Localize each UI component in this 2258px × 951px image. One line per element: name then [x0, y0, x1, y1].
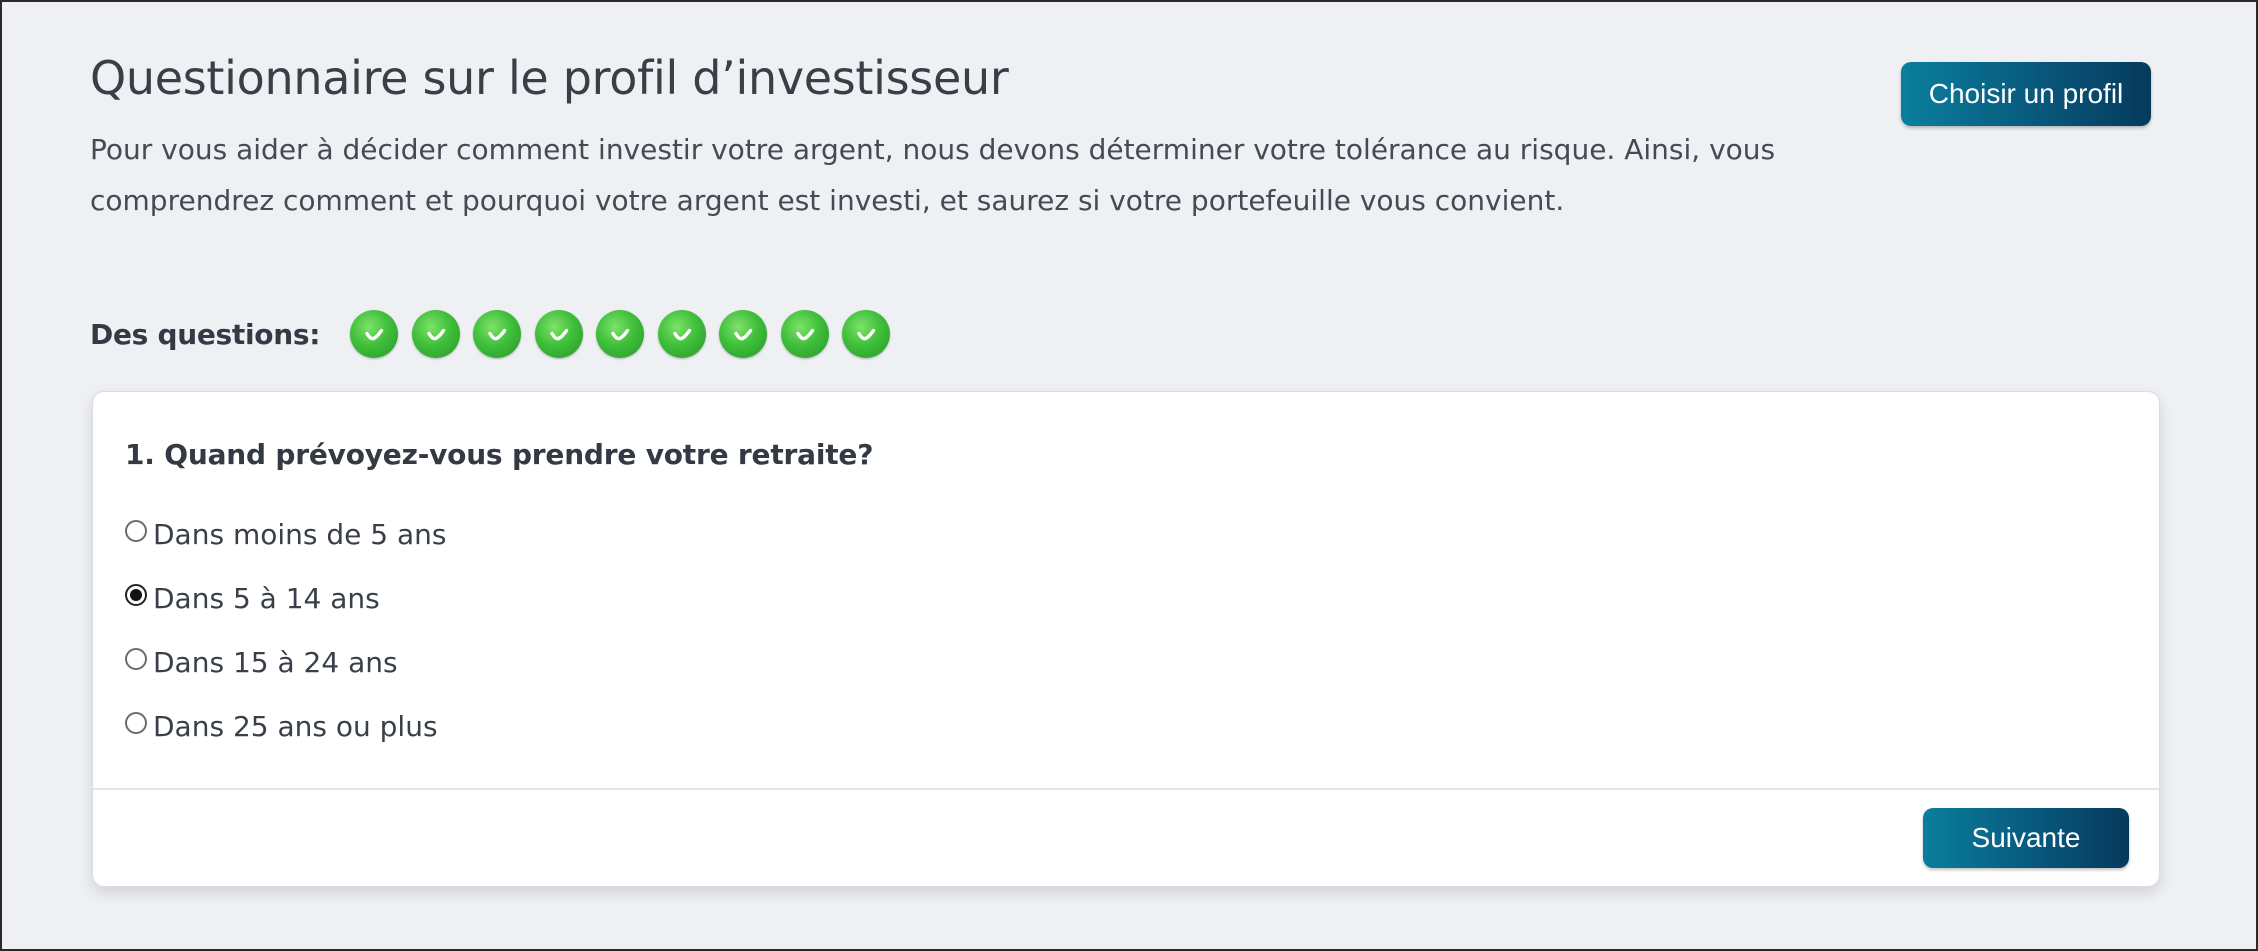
page-title: Questionnaire sur le profil d’investisse…	[90, 51, 1009, 105]
question-step-7[interactable]	[719, 310, 768, 358]
questions-label: Des questions:	[90, 317, 321, 351]
answer-option[interactable]: Dans 15 à 24 ans	[125, 630, 446, 694]
check-icon	[549, 328, 568, 341]
page: Questionnaire sur le profil d’investisse…	[2, 2, 2256, 949]
question-step-8[interactable]	[780, 310, 829, 358]
answer-option-label: Dans 15 à 24 ans	[153, 645, 398, 679]
check-icon	[365, 328, 384, 341]
answer-option[interactable]: Dans moins de 5 ans	[125, 502, 446, 566]
question-title: 1. Quand prévoyez-vous prendre votre ret…	[125, 438, 874, 471]
question-step-4[interactable]	[534, 310, 583, 358]
question-step-5[interactable]	[596, 310, 645, 358]
check-icon	[611, 328, 630, 341]
radio-button[interactable]	[125, 712, 147, 734]
progress-steps	[350, 310, 904, 358]
question-step-2[interactable]	[411, 310, 460, 358]
radio-button[interactable]	[125, 648, 147, 670]
question-step-6[interactable]	[657, 310, 706, 358]
question-card-body: 1. Quand prévoyez-vous prendre votre ret…	[93, 392, 2159, 788]
radio-button[interactable]	[125, 520, 147, 542]
answer-option-label: Dans moins de 5 ans	[153, 517, 447, 551]
intro-text: Pour vous aider à décider comment invest…	[90, 133, 1776, 217]
radio-button-selected[interactable]	[125, 584, 147, 606]
question-card-footer: Suivante	[93, 788, 2159, 886]
answer-option[interactable]: Dans 25 ans ou plus	[125, 694, 446, 758]
answer-option-label: Dans 25 ans ou plus	[153, 709, 438, 743]
next-button[interactable]: Suivante	[1923, 808, 2129, 868]
answer-option[interactable]: Dans 5 à 14 ans	[125, 566, 446, 630]
check-icon	[488, 328, 507, 341]
question-card: 1. Quand prévoyez-vous prendre votre ret…	[92, 391, 2160, 887]
check-icon	[857, 328, 876, 341]
question-step-9[interactable]	[842, 310, 891, 358]
check-icon	[795, 328, 814, 341]
question-step-3[interactable]	[473, 310, 522, 358]
check-icon	[734, 328, 753, 341]
check-icon	[426, 328, 445, 341]
answer-options: Dans moins de 5 ans Dans 5 à 14 ans Dans 1…	[125, 502, 446, 758]
check-icon	[672, 328, 691, 341]
choose-profile-button[interactable]: Choisir un profil	[1901, 62, 2151, 126]
question-progress: Des questions:	[90, 304, 904, 364]
question-step-1[interactable]	[350, 310, 399, 358]
answer-option-label: Dans 5 à 14 ans	[153, 581, 380, 615]
